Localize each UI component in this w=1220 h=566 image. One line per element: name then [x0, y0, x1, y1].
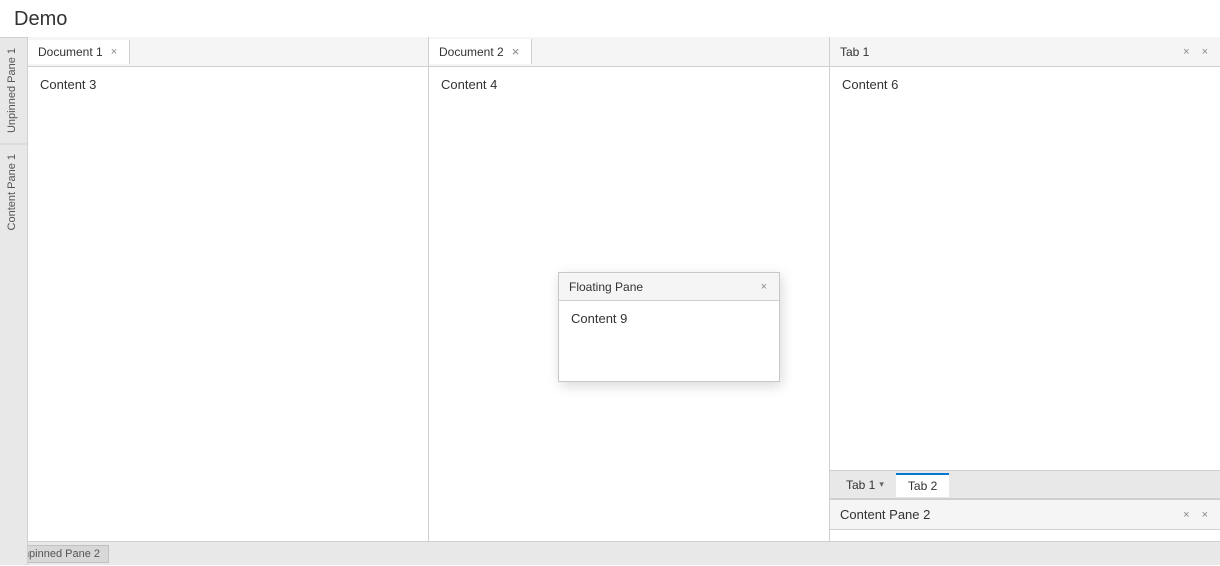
doc-tab-1-close[interactable]: ×: [109, 46, 119, 58]
left-sidebar: Unpinned Pane 1 Content Pane 1: [0, 37, 28, 565]
right-top-close1[interactable]: ×: [1181, 46, 1191, 58]
doc-tab-2[interactable]: Document 2 ×: [429, 39, 532, 64]
right-bottom-header: Content Pane 2 × ×: [830, 500, 1220, 530]
tab-bar-tab2[interactable]: Tab 2: [896, 473, 949, 497]
bottom-bar: Unpinned Pane 2: [0, 541, 1220, 565]
tabs-bar: Tab 1 ▾ Tab 2: [830, 471, 1220, 499]
tab-bar-tab1-arrow: ▾: [879, 479, 884, 490]
tab-bar-tab1[interactable]: Tab 1 ▾: [834, 474, 896, 496]
doc-panel-2-header: Document 2 ×: [429, 37, 829, 67]
tab-bar-tab1-label: Tab 1: [846, 478, 875, 492]
floating-pane-content: Content 9: [559, 301, 779, 381]
right-top-panel: Tab 1 × × Content 6: [830, 37, 1220, 471]
right-top-close-buttons: × ×: [1181, 46, 1210, 58]
right-top-content: Content 6: [830, 67, 1220, 470]
doc-panel-1-header: Document 1 ×: [28, 37, 428, 67]
right-top-title: Tab 1: [840, 45, 869, 59]
doc-panel-1: Document 1 × Content 3: [28, 37, 428, 565]
right-bottom-close2[interactable]: ×: [1200, 509, 1210, 521]
sidebar-item-content-pane-1[interactable]: Content Pane 1: [0, 143, 27, 240]
right-area: Tab 1 × × Content 6 Tab 1 ▾ Tab 2 Conten…: [830, 37, 1220, 565]
right-bottom-close-buttons: × ×: [1181, 509, 1210, 521]
doc-tab-1[interactable]: Document 1 ×: [28, 40, 130, 64]
tab-bar-tab2-label: Tab 2: [908, 479, 937, 493]
right-bottom-close1[interactable]: ×: [1181, 509, 1191, 521]
main-area: Unpinned Pane 1 Content Pane 1 Document …: [0, 37, 1220, 565]
right-top-header: Tab 1 × ×: [830, 37, 1220, 67]
doc-tab-2-close[interactable]: ×: [510, 44, 522, 59]
floating-pane-header[interactable]: Floating Pane ×: [559, 273, 779, 301]
floating-pane-close[interactable]: ×: [759, 281, 769, 293]
doc-panel-1-content: Content 3: [28, 67, 428, 564]
doc-tab-2-label: Document 2: [439, 45, 504, 59]
floating-pane-title: Floating Pane: [569, 280, 643, 294]
floating-pane: Floating Pane × Content 9: [558, 272, 780, 382]
right-top-close2[interactable]: ×: [1200, 46, 1210, 58]
app-title: Demo: [0, 0, 1220, 37]
doc-tab-1-label: Document 1: [38, 45, 103, 59]
right-bottom-title: Content Pane 2: [840, 507, 930, 522]
left-docs-area: Document 1 × Content 3: [28, 37, 429, 565]
sidebar-item-unpinned-pane-1[interactable]: Unpinned Pane 1: [0, 37, 27, 143]
